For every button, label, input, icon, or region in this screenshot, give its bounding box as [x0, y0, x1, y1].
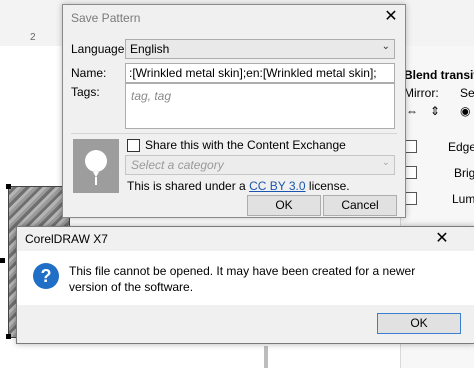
language-label: Language:	[71, 42, 128, 56]
tags-input[interactable]: tag, tag	[125, 83, 395, 129]
license-prefix: This is shared under a	[127, 179, 246, 193]
mirror-horizontal-icon[interactable]: ⇔	[406, 104, 418, 118]
balloon-icon	[85, 150, 107, 185]
license-suffix: license.	[308, 179, 350, 193]
save-pattern-dialog: Save Pattern ✕ Language: English ⌄ Name:…	[62, 4, 406, 218]
language-select[interactable]: English ⌄	[125, 39, 395, 59]
name-input[interactable]: :[Wrinkled metal skin];en:[Wrinkled meta…	[125, 63, 395, 83]
luminance-label: Lum	[452, 192, 474, 206]
divider	[71, 133, 397, 134]
brightness-label: Brig	[454, 166, 474, 180]
edge-label: Edge	[448, 140, 474, 154]
tags-placeholder: tag, tag	[131, 89, 172, 103]
share-label[interactable]: Share this with the Content Exchange	[145, 138, 346, 152]
share-checkbox[interactable]	[127, 139, 140, 152]
chevron-down-icon: ⌄	[381, 41, 390, 52]
mirror-vertical-icon[interactable]: ⇕	[430, 104, 440, 118]
question-icon: ?	[33, 263, 59, 289]
dialog-title: Save Pattern	[71, 11, 141, 25]
mirror-label: Mirror:	[404, 86, 439, 100]
error-alert-dialog: CorelDRAW X7 ✕ ? This file cannot be ope…	[16, 226, 474, 344]
tags-label: Tags:	[71, 85, 100, 99]
chevron-down-icon: ⌄	[381, 157, 390, 168]
close-icon[interactable]: ✕	[381, 7, 401, 27]
name-label: Name:	[71, 66, 107, 80]
pattern-thumbnail	[73, 139, 119, 193]
license-text: This is shared under a CC BY 3.0 license…	[127, 179, 350, 193]
language-value: English	[130, 42, 170, 56]
panel-title: Blend transitio	[404, 68, 474, 82]
alert-title: CorelDRAW X7	[25, 232, 108, 246]
alert-body: ? This file cannot be opened. It may hav…	[17, 251, 474, 305]
name-value: :[Wrinkled metal skin];en:[Wrinkled meta…	[129, 66, 377, 80]
close-icon[interactable]: ✕	[431, 229, 453, 249]
selection-handle[interactable]	[6, 334, 11, 339]
selection-handle[interactable]	[6, 184, 11, 189]
category-placeholder: Select a category	[131, 158, 224, 172]
seamless-label: Sea	[460, 86, 474, 100]
license-link[interactable]: CC BY 3.0	[249, 179, 305, 193]
seamless-icon[interactable]: ◉	[460, 104, 470, 118]
category-select[interactable]: Select a category ⌄	[125, 155, 395, 175]
selection-handle[interactable]	[0, 258, 5, 263]
ruler-number: 2	[30, 32, 36, 43]
ok-button[interactable]: OK	[377, 313, 461, 334]
ok-button[interactable]: OK	[247, 195, 321, 216]
scroll-grip	[264, 346, 268, 368]
alert-message: This file cannot be opened. It may have …	[69, 264, 416, 294]
cancel-button[interactable]: Cancel	[323, 195, 397, 216]
